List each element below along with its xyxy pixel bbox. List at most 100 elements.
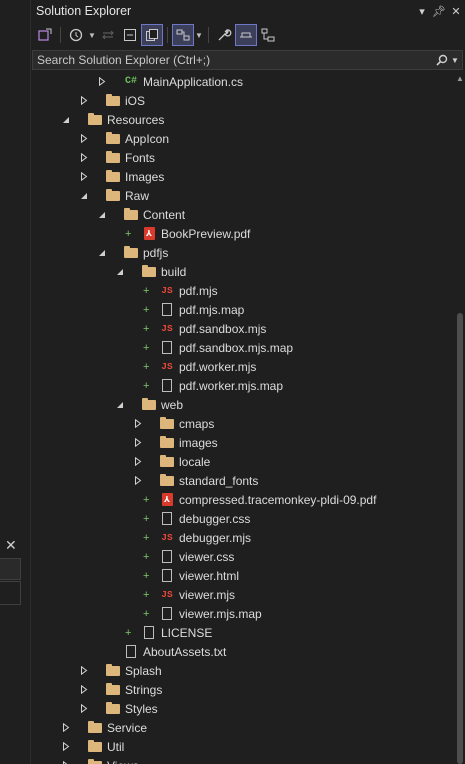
pending-changes-filter-icon[interactable] xyxy=(66,25,86,45)
tree-item-label: build xyxy=(161,264,187,279)
tree-item-license[interactable]: + LICENSE xyxy=(115,623,212,642)
tree-item-pdf-mjs-map[interactable]: + pdf.mjs.map xyxy=(133,300,244,319)
collapsed-arrow-icon[interactable] xyxy=(79,96,89,105)
show-all-files-icon[interactable] xyxy=(141,24,163,46)
pdf-file-icon: ⅄ xyxy=(159,493,175,507)
chevron-down-icon[interactable]: ▼ xyxy=(88,31,96,40)
collapsed-arrow-icon[interactable] xyxy=(133,476,143,485)
tree-item-resources[interactable]: Resources xyxy=(61,110,164,129)
tree-item-debugger-mjs[interactable]: + JS debugger.mjs xyxy=(133,528,251,547)
expanded-arrow-icon[interactable] xyxy=(97,249,107,257)
tree-item-build[interactable]: build xyxy=(115,262,186,281)
tree-item-content[interactable]: Content xyxy=(97,205,185,224)
tree-item-label: cmaps xyxy=(179,416,215,431)
tree-item-aboutassets-txt[interactable]: AboutAssets.txt xyxy=(97,642,226,661)
tree-item-mainapplication-cs[interactable]: C# MainApplication.cs xyxy=(97,72,243,91)
tree-item-fonts[interactable]: Fonts xyxy=(79,148,155,167)
expanded-arrow-icon[interactable] xyxy=(79,192,89,200)
css-file-icon xyxy=(159,550,175,564)
tree-item-label: pdf.sandbox.mjs.map xyxy=(179,340,294,355)
scroll-up-arrow-icon[interactable]: ▲ xyxy=(456,74,464,83)
chevron-down-icon[interactable]: ▼ xyxy=(195,31,203,40)
input-box[interactable] xyxy=(0,581,21,605)
collapsed-arrow-icon[interactable] xyxy=(79,153,89,162)
dropdown-arrow-icon[interactable]: ▾ xyxy=(415,5,429,18)
tree-item-pdf-worker-mjs[interactable]: + JS pdf.worker.mjs xyxy=(133,357,256,376)
tree-item-appicon[interactable]: AppIcon xyxy=(79,129,169,148)
vertical-scrollbar[interactable] xyxy=(454,72,465,764)
tree-item-label: Styles xyxy=(125,701,158,716)
folder-icon xyxy=(105,93,121,108)
collapsed-arrow-icon[interactable] xyxy=(79,134,89,143)
expanded-arrow-icon[interactable] xyxy=(115,268,125,276)
tree-item-label: pdf.mjs xyxy=(179,283,218,298)
expanded-arrow-icon[interactable] xyxy=(115,401,125,409)
tree-item-pdf-sandbox-mjs-map[interactable]: + pdf.sandbox.mjs.map xyxy=(133,338,293,357)
collapsed-arrow-icon[interactable] xyxy=(79,685,89,694)
collapsed-arrow-icon[interactable] xyxy=(79,172,89,181)
tree-item-label: Fonts xyxy=(125,150,156,165)
pin-icon[interactable]: 📌︎ xyxy=(432,5,446,18)
switch-views-icon[interactable] xyxy=(35,25,55,45)
sync-with-document-icon[interactable] xyxy=(98,25,118,45)
tree-item-label: debugger.mjs xyxy=(179,530,252,545)
expanded-arrow-icon[interactable] xyxy=(61,116,71,124)
scrollbar-thumb[interactable] xyxy=(457,313,463,764)
tree-item-locale[interactable]: locale xyxy=(133,452,210,471)
file-nesting-icon[interactable] xyxy=(258,25,278,45)
collapsed-arrow-icon[interactable] xyxy=(97,77,107,86)
tree-item-service[interactable]: Service xyxy=(61,718,147,737)
tree-item-images[interactable]: Images xyxy=(79,167,164,186)
tree-item-label: Content xyxy=(143,207,186,222)
search-icon[interactable]: ▼ xyxy=(436,54,462,66)
folder-icon xyxy=(105,169,121,184)
tree-item-cmaps[interactable]: cmaps xyxy=(133,414,214,433)
tree-item-images[interactable]: images xyxy=(133,433,218,452)
folder-icon xyxy=(87,720,103,735)
tree-item-ios[interactable]: iOS xyxy=(79,91,145,110)
tree-item-pdf-worker-mjs-map[interactable]: + pdf.worker.mjs.map xyxy=(133,376,283,395)
dropdown-box[interactable] xyxy=(0,558,21,580)
toolbar: ▼ ▼ xyxy=(31,22,465,48)
expanded-arrow-icon[interactable] xyxy=(97,211,107,219)
collapsed-arrow-icon[interactable] xyxy=(79,704,89,713)
html-file-icon xyxy=(159,569,175,583)
collapsed-arrow-icon[interactable] xyxy=(133,419,143,428)
tree-item-label: Util xyxy=(107,739,125,754)
tree-item-viewer-css[interactable]: + viewer.css xyxy=(133,547,234,566)
tree-item-styles[interactable]: Styles xyxy=(79,699,158,718)
tree-item-label: pdf.mjs.map xyxy=(179,302,245,317)
tree-item-pdf-sandbox-mjs[interactable]: + JS pdf.sandbox.mjs xyxy=(133,319,266,338)
tree-item-standard-fonts[interactable]: standard_fonts xyxy=(133,471,258,490)
preview-selected-items-icon[interactable] xyxy=(235,24,257,46)
tree-item-bookpreview-pdf[interactable]: + ⅄ BookPreview.pdf xyxy=(115,224,250,243)
tree-item-splash[interactable]: Splash xyxy=(79,661,162,680)
tree-item-util[interactable]: Util xyxy=(61,737,124,756)
tree-item-compressed-tracemonkey-pldi-09-pdf[interactable]: + ⅄ compressed.tracemonkey-pldi-09.pdf xyxy=(133,490,376,509)
tree-item-strings[interactable]: Strings xyxy=(79,680,162,699)
tree-item-views[interactable]: Views xyxy=(61,756,139,764)
close-icon[interactable]: ✕ xyxy=(449,5,463,18)
collapsed-arrow-icon[interactable] xyxy=(133,457,143,466)
chevron-down-icon[interactable]: ▼ xyxy=(451,56,459,65)
collapse-all-icon[interactable] xyxy=(120,25,140,45)
collapsed-arrow-icon[interactable] xyxy=(133,438,143,447)
tree-item-label: compressed.tracemonkey-pldi-09.pdf xyxy=(179,492,377,507)
tree-item-viewer-mjs-map[interactable]: + viewer.mjs.map xyxy=(133,604,262,623)
collapsed-arrow-icon[interactable] xyxy=(79,666,89,675)
search-input[interactable] xyxy=(33,52,436,68)
view-class-diagram-icon[interactable] xyxy=(172,24,194,46)
tree-item-debugger-css[interactable]: + debugger.css xyxy=(133,509,250,528)
collapsed-arrow-icon[interactable] xyxy=(61,723,71,732)
tree-item-viewer-html[interactable]: + viewer.html xyxy=(133,566,239,585)
properties-wrench-icon[interactable] xyxy=(214,25,234,45)
tree-item-pdfjs[interactable]: pdfjs xyxy=(97,243,168,262)
collapsed-arrow-icon[interactable] xyxy=(61,742,71,751)
tree-item-label: Raw xyxy=(125,188,150,203)
tree-item-web[interactable]: web xyxy=(115,395,183,414)
tree-item-pdf-mjs[interactable]: + JS pdf.mjs xyxy=(133,281,218,300)
tree-item-viewer-mjs[interactable]: + JS viewer.mjs xyxy=(133,585,235,604)
tree-item-raw[interactable]: Raw xyxy=(79,186,149,205)
folder-icon xyxy=(105,150,121,165)
close-icon[interactable]: ✕ xyxy=(5,537,17,554)
